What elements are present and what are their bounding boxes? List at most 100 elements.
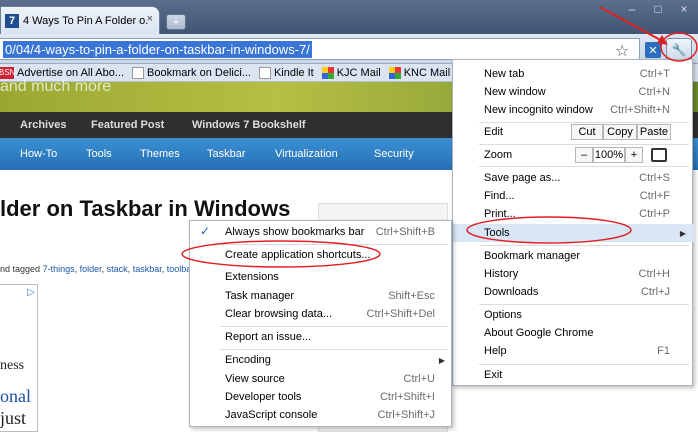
tags-prefix: nd tagged: [0, 264, 41, 274]
nav-link-howto[interactable]: How-To: [20, 148, 57, 160]
close-window-icon[interactable]: ×: [672, 0, 696, 18]
url-text: 0/04/4-ways-to-pin-a-folder-on-taskbar-i…: [3, 40, 312, 58]
menu-item-label: New window: [484, 86, 546, 98]
copy-button[interactable]: Copy: [603, 124, 637, 140]
bookmark-item[interactable]: Bookmark on Delici...: [132, 66, 251, 79]
menu-separator: [479, 364, 689, 365]
minimize-window-icon[interactable]: –: [620, 0, 644, 18]
submenu-item-report-issue[interactable]: Report an issue...: [190, 328, 453, 346]
page-icon: [258, 66, 271, 79]
tag-link[interactable]: 7-things: [43, 264, 75, 274]
browser-tab[interactable]: 7 4 Ways To Pin A Folder o... ×: [0, 6, 160, 34]
menu-item-shortcut: Ctrl+Shift+N: [610, 104, 670, 116]
submenu-item-dev-tools[interactable]: Developer tools Ctrl+Shift+I: [190, 388, 453, 406]
ad-text: onal: [0, 386, 31, 406]
zoom-out-button[interactable]: –: [575, 147, 593, 163]
extension-icon[interactable]: ✕: [645, 42, 661, 58]
nav-link-bookshelf[interactable]: Windows 7 Bookshelf: [192, 119, 306, 131]
submenu-item-label: Create application shortcuts...: [225, 249, 371, 261]
nav-link-security[interactable]: Security: [374, 148, 414, 160]
tag-link[interactable]: toolba: [167, 264, 192, 274]
paste-button[interactable]: Paste: [637, 124, 671, 140]
menu-item-label: About Google Chrome: [484, 327, 594, 339]
submenu-item-view-source[interactable]: View source Ctrl+U: [190, 370, 453, 388]
menu-item-about[interactable]: About Google Chrome: [453, 324, 694, 342]
menu-item-new-tab[interactable]: New tab Ctrl+T: [453, 65, 694, 83]
menu-item-history[interactable]: History Ctrl+H: [453, 265, 694, 283]
menu-item-new-window[interactable]: New window Ctrl+N: [453, 83, 694, 101]
menu-separator: [479, 245, 689, 246]
submenu-item-task-manager[interactable]: Task manager Shift+Esc: [190, 287, 453, 305]
submenu-item-clear-data[interactable]: Clear browsing data... Ctrl+Shift+Del: [190, 305, 453, 323]
page-icon: [132, 66, 145, 79]
submenu-item-shortcut: Ctrl+Shift+J: [377, 409, 435, 421]
menu-item-save-page[interactable]: Save page as... Ctrl+S: [453, 169, 694, 187]
tab-title: 4 Ways To Pin A Folder o...: [23, 14, 148, 27]
bookmark-item[interactable]: KNC Mail: [388, 66, 451, 79]
menu-item-label: New tab: [484, 68, 525, 80]
submenu-item-label: View source: [225, 373, 285, 385]
bookmark-star-icon[interactable]: ☆: [615, 41, 629, 61]
nav-link-archives[interactable]: Archives: [20, 119, 66, 131]
submenu-item-label: Extensions: [225, 271, 279, 283]
submenu-arrow-icon: ▶: [679, 228, 686, 238]
google-favicon-icon: [321, 66, 334, 79]
menu-item-shortcut: Ctrl+T: [639, 68, 670, 80]
menu-item-options[interactable]: Options: [453, 306, 694, 324]
menu-item-bookmark-manager[interactable]: Bookmark manager: [453, 247, 694, 265]
submenu-item-extensions[interactable]: Extensions: [190, 268, 453, 286]
submenu-item-js-console[interactable]: JavaScript console Ctrl+Shift+J: [190, 406, 453, 424]
cut-button[interactable]: Cut: [571, 124, 603, 140]
bookmark-label: KNC Mail: [403, 66, 451, 79]
nav-link-taskbar[interactable]: Taskbar: [207, 148, 246, 160]
menu-item-label: Save page as...: [484, 172, 561, 184]
submenu-item-label: Clear browsing data...: [225, 308, 332, 320]
menu-item-tools[interactable]: Tools ▶: [453, 224, 694, 242]
submenu-item-label: Encoding: [225, 354, 271, 366]
nav-link-themes[interactable]: Themes: [140, 148, 180, 160]
submenu-item-shortcut: Ctrl+Shift+I: [379, 391, 435, 403]
submenu-item-always-show-bookmarks[interactable]: ✓ Always show bookmarks bar Ctrl+Shift+B: [190, 223, 453, 241]
menu-item-exit[interactable]: Exit: [453, 366, 694, 384]
article-tags: nd tagged 7-things, folder, stack, taskb…: [0, 264, 192, 274]
nav-link-tools[interactable]: Tools: [86, 148, 112, 160]
close-tab-icon[interactable]: ×: [147, 13, 153, 25]
submenu-item-encoding[interactable]: Encoding ▶: [190, 351, 453, 369]
menu-item-label: Help: [484, 345, 507, 357]
menu-item-shortcut: F1: [657, 345, 670, 357]
article-title: lder on Taskbar in Windows: [0, 196, 291, 221]
nav-link-virtualization[interactable]: Virtualization: [275, 148, 338, 160]
zoom-in-button[interactable]: +: [625, 147, 643, 163]
menu-item-label: Exit: [484, 369, 503, 381]
bookmark-item[interactable]: BSN Advertise on All Abo...: [0, 66, 124, 79]
menu-item-edit: Edit Cut Copy Paste: [453, 123, 694, 141]
menu-item-help[interactable]: Help F1: [453, 342, 694, 360]
new-tab-button[interactable]: +: [166, 14, 186, 30]
submenu-arrow-icon: ▶: [438, 355, 445, 365]
menu-separator: [220, 244, 448, 245]
tab-strip: 7 4 Ways To Pin A Folder o... × + – □ ×: [0, 0, 698, 34]
menu-item-label: Print...: [484, 208, 516, 220]
tag-link[interactable]: folder: [80, 264, 102, 274]
submenu-item-create-shortcuts[interactable]: Create application shortcuts...: [190, 246, 453, 264]
nav-link-featured[interactable]: Featured Post: [91, 119, 164, 131]
fullscreen-icon[interactable]: [651, 148, 667, 162]
maximize-window-icon[interactable]: □: [646, 0, 670, 18]
menu-item-find[interactable]: Find... Ctrl+F: [453, 187, 694, 205]
ad-choices-icon[interactable]: ▷: [27, 287, 35, 298]
menu-separator: [220, 349, 448, 350]
tag-link[interactable]: taskbar: [133, 264, 162, 274]
ad-text: just: [0, 408, 27, 428]
menu-item-print[interactable]: Print... Ctrl+P: [453, 205, 694, 223]
menu-item-incognito[interactable]: New incognito window Ctrl+Shift+N: [453, 101, 694, 119]
bookmark-item[interactable]: KJC Mail: [321, 66, 381, 79]
menu-item-label: Downloads: [484, 286, 539, 298]
ad-text: ness: [0, 358, 25, 373]
address-bar[interactable]: 0/04/4-ways-to-pin-a-folder-on-taskbar-i…: [0, 38, 640, 60]
menu-separator: [479, 304, 689, 305]
tag-link[interactable]: stack: [107, 264, 128, 274]
menu-item-label: Find...: [484, 190, 515, 202]
submenu-item-label: Report an issue...: [225, 331, 312, 343]
menu-item-downloads[interactable]: Downloads Ctrl+J: [453, 283, 694, 301]
bookmark-item[interactable]: Kindle It: [258, 66, 314, 79]
